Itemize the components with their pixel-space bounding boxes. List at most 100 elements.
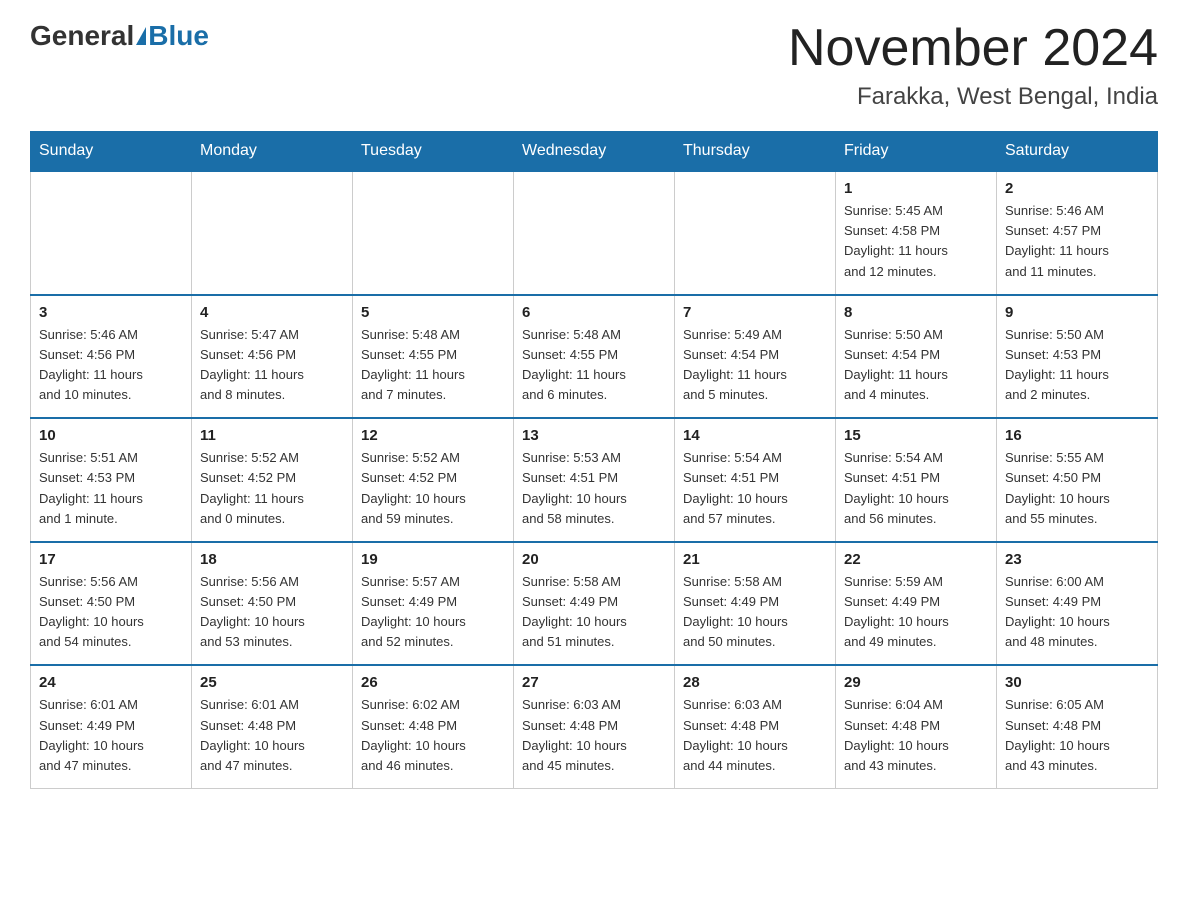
sun-info: Sunrise: 6:03 AM Sunset: 4:48 PM Dayligh… [522, 695, 666, 776]
calendar-cell [514, 171, 675, 295]
calendar-cell: 26 Sunrise: 6:02 AM Sunset: 4:48 PM Dayli… [353, 665, 514, 788]
sun-info: Sunrise: 5:53 AM Sunset: 4:51 PM Dayligh… [522, 448, 666, 529]
page-header: General Blue November 2024 Farakka, West… [30, 20, 1158, 111]
day-number: 16 [1005, 427, 1149, 444]
calendar-cell [192, 171, 353, 295]
weekday-header-tuesday: Tuesday [353, 132, 514, 172]
sun-info: Sunrise: 5:59 AM Sunset: 4:49 PM Dayligh… [844, 572, 988, 653]
week-row-1: 1Sunrise: 5:45 AM Sunset: 4:58 PM Daylig… [31, 171, 1158, 295]
day-number: 26 [361, 674, 505, 691]
sun-info: Sunrise: 6:02 AM Sunset: 4:48 PM Dayligh… [361, 695, 505, 776]
logo-blue-text: Blue [148, 20, 209, 52]
day-number: 19 [361, 551, 505, 568]
week-row-2: 3Sunrise: 5:46 AM Sunset: 4:56 PM Daylig… [31, 295, 1158, 419]
calendar-cell: 27 Sunrise: 6:03 AM Sunset: 4:48 PM Dayli… [514, 665, 675, 788]
sun-info: Sunrise: 5:50 AM Sunset: 4:53 PM Dayligh… [1005, 325, 1149, 406]
day-number: 18 [200, 551, 344, 568]
weekday-header-sunday: Sunday [31, 132, 192, 172]
weekday-header-row: SundayMondayTuesdayWednesdayThursdayFrid… [31, 132, 1158, 172]
sun-info: Sunrise: 6:04 AM Sunset: 4:48 PM Dayligh… [844, 695, 988, 776]
weekday-header-thursday: Thursday [675, 132, 836, 172]
sun-info: Sunrise: 5:47 AM Sunset: 4:56 PM Dayligh… [200, 325, 344, 406]
sun-info: Sunrise: 5:52 AM Sunset: 4:52 PM Dayligh… [200, 448, 344, 529]
sun-info: Sunrise: 5:56 AM Sunset: 4:50 PM Dayligh… [39, 572, 183, 653]
day-number: 15 [844, 427, 988, 444]
sun-info: Sunrise: 6:03 AM Sunset: 4:48 PM Dayligh… [683, 695, 827, 776]
sun-info: Sunrise: 5:58 AM Sunset: 4:49 PM Dayligh… [683, 572, 827, 653]
day-number: 9 [1005, 304, 1149, 321]
title-area: November 2024 Farakka, West Bengal, Indi… [788, 20, 1158, 111]
calendar-cell: 11 Sunrise: 5:52 AM Sunset: 4:52 PM Dayli… [192, 418, 353, 542]
logo-triangle-icon [136, 27, 146, 45]
calendar-table: SundayMondayTuesdayWednesdayThursdayFrid… [30, 131, 1158, 789]
calendar-cell: 29 Sunrise: 6:04 AM Sunset: 4:48 PM Dayli… [836, 665, 997, 788]
sun-info: Sunrise: 6:01 AM Sunset: 4:49 PM Dayligh… [39, 695, 183, 776]
calendar-cell: 18Sunrise: 5:56 AM Sunset: 4:50 PM Dayli… [192, 542, 353, 666]
calendar-cell: 20Sunrise: 5:58 AM Sunset: 4:49 PM Dayli… [514, 542, 675, 666]
day-number: 12 [361, 427, 505, 444]
logo-general-text: General [30, 20, 134, 52]
calendar-cell: 19 Sunrise: 5:57 AM Sunset: 4:49 PM Dayli… [353, 542, 514, 666]
day-number: 25 [200, 674, 344, 691]
weekday-header-wednesday: Wednesday [514, 132, 675, 172]
day-number: 13 [522, 427, 666, 444]
calendar-cell: 8 Sunrise: 5:50 AM Sunset: 4:54 PM Daylig… [836, 295, 997, 419]
day-number: 29 [844, 674, 988, 691]
sun-info: Sunrise: 5:54 AM Sunset: 4:51 PM Dayligh… [844, 448, 988, 529]
day-number: 14 [683, 427, 827, 444]
day-number: 6 [522, 304, 666, 321]
sun-info: Sunrise: 6:01 AM Sunset: 4:48 PM Dayligh… [200, 695, 344, 776]
calendar-cell: 28 Sunrise: 6:03 AM Sunset: 4:48 PM Dayli… [675, 665, 836, 788]
calendar-cell: 9 Sunrise: 5:50 AM Sunset: 4:53 PM Daylig… [997, 295, 1158, 419]
sun-info: Sunrise: 5:57 AM Sunset: 4:49 PM Dayligh… [361, 572, 505, 653]
calendar-cell: 25 Sunrise: 6:01 AM Sunset: 4:48 PM Dayli… [192, 665, 353, 788]
calendar-cell: 2 Sunrise: 5:46 AM Sunset: 4:57 PM Daylig… [997, 171, 1158, 295]
weekday-header-friday: Friday [836, 132, 997, 172]
day-number: 5 [361, 304, 505, 321]
day-number: 10 [39, 427, 183, 444]
sun-info: Sunrise: 5:49 AM Sunset: 4:54 PM Dayligh… [683, 325, 827, 406]
calendar-cell: 24Sunrise: 6:01 AM Sunset: 4:49 PM Dayli… [31, 665, 192, 788]
weekday-header-saturday: Saturday [997, 132, 1158, 172]
sun-info: Sunrise: 5:50 AM Sunset: 4:54 PM Dayligh… [844, 325, 988, 406]
calendar-cell: 30Sunrise: 6:05 AM Sunset: 4:48 PM Dayli… [997, 665, 1158, 788]
calendar-cell [675, 171, 836, 295]
calendar-cell: 14Sunrise: 5:54 AM Sunset: 4:51 PM Dayli… [675, 418, 836, 542]
day-number: 8 [844, 304, 988, 321]
day-number: 2 [1005, 180, 1149, 197]
sun-info: Sunrise: 6:05 AM Sunset: 4:48 PM Dayligh… [1005, 695, 1149, 776]
calendar-cell: 6 Sunrise: 5:48 AM Sunset: 4:55 PM Daylig… [514, 295, 675, 419]
calendar-cell: 4 Sunrise: 5:47 AM Sunset: 4:56 PM Daylig… [192, 295, 353, 419]
calendar-cell: 12 Sunrise: 5:52 AM Sunset: 4:52 PM Dayli… [353, 418, 514, 542]
calendar-cell: 3Sunrise: 5:46 AM Sunset: 4:56 PM Daylig… [31, 295, 192, 419]
calendar-cell: 15 Sunrise: 5:54 AM Sunset: 4:51 PM Dayli… [836, 418, 997, 542]
day-number: 28 [683, 674, 827, 691]
calendar-cell: 13 Sunrise: 5:53 AM Sunset: 4:51 PM Dayli… [514, 418, 675, 542]
sun-info: Sunrise: 5:52 AM Sunset: 4:52 PM Dayligh… [361, 448, 505, 529]
calendar-cell: 21 Sunrise: 5:58 AM Sunset: 4:49 PM Dayli… [675, 542, 836, 666]
sun-info: Sunrise: 5:48 AM Sunset: 4:55 PM Dayligh… [522, 325, 666, 406]
day-number: 22 [844, 551, 988, 568]
sun-info: Sunrise: 5:46 AM Sunset: 4:56 PM Dayligh… [39, 325, 183, 406]
calendar-cell: 23 Sunrise: 6:00 AM Sunset: 4:49 PM Dayli… [997, 542, 1158, 666]
day-number: 1 [844, 180, 988, 197]
location-title: Farakka, West Bengal, India [788, 83, 1158, 111]
day-number: 7 [683, 304, 827, 321]
week-row-3: 10 Sunrise: 5:51 AM Sunset: 4:53 PM Dayli… [31, 418, 1158, 542]
day-number: 4 [200, 304, 344, 321]
day-number: 21 [683, 551, 827, 568]
sun-info: Sunrise: 6:00 AM Sunset: 4:49 PM Dayligh… [1005, 572, 1149, 653]
calendar-cell: 1Sunrise: 5:45 AM Sunset: 4:58 PM Daylig… [836, 171, 997, 295]
day-number: 11 [200, 427, 344, 444]
calendar-cell [31, 171, 192, 295]
sun-info: Sunrise: 5:58 AM Sunset: 4:49 PM Dayligh… [522, 572, 666, 653]
day-number: 27 [522, 674, 666, 691]
calendar-cell: 10 Sunrise: 5:51 AM Sunset: 4:53 PM Dayli… [31, 418, 192, 542]
logo: General Blue [30, 20, 209, 52]
sun-info: Sunrise: 5:51 AM Sunset: 4:53 PM Dayligh… [39, 448, 183, 529]
calendar-cell [353, 171, 514, 295]
calendar-cell: 16Sunrise: 5:55 AM Sunset: 4:50 PM Dayli… [997, 418, 1158, 542]
day-number: 23 [1005, 551, 1149, 568]
calendar-cell: 22 Sunrise: 5:59 AM Sunset: 4:49 PM Dayli… [836, 542, 997, 666]
sun-info: Sunrise: 5:46 AM Sunset: 4:57 PM Dayligh… [1005, 201, 1149, 282]
